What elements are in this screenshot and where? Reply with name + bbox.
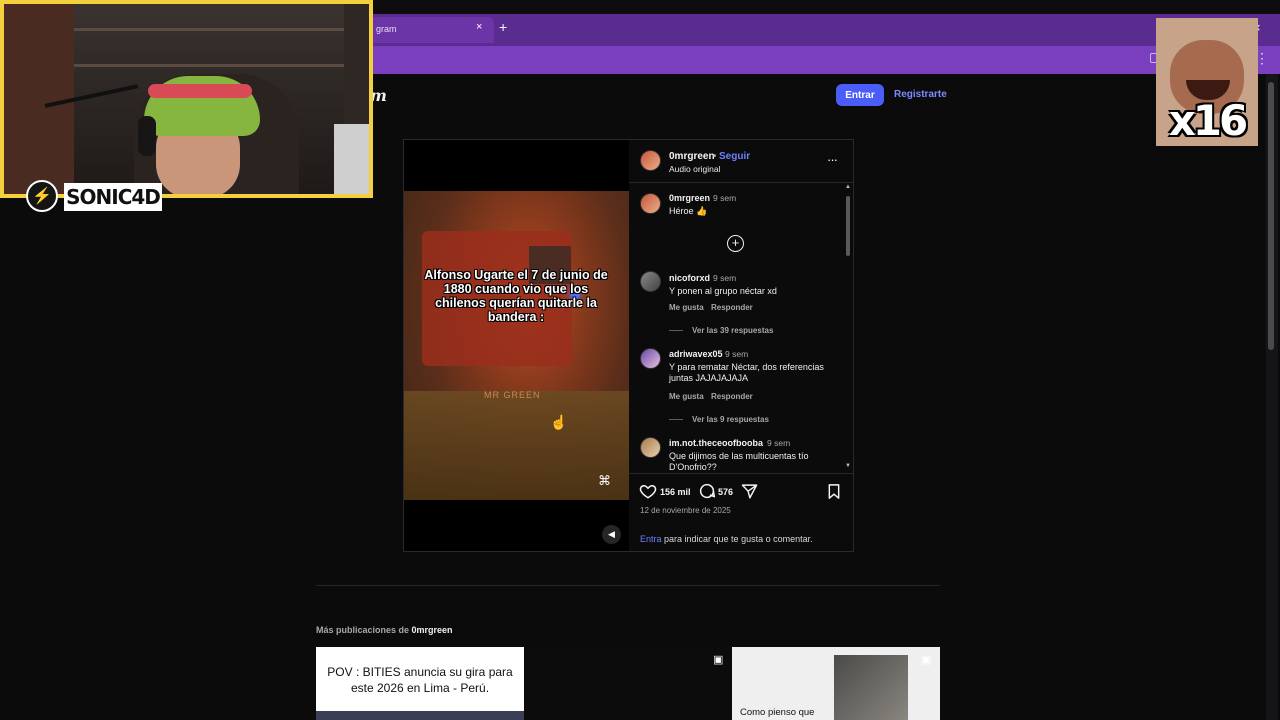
- caption-time: 9 sem: [713, 193, 737, 203]
- video-frame: [404, 191, 629, 500]
- thumbnail-text: POV : BITIES anuncia su gira para este 2…: [327, 665, 513, 695]
- cam-hat-goggles: [148, 84, 252, 98]
- new-tab-icon[interactable]: +: [499, 19, 507, 35]
- comment-reply-button[interactable]: Responder: [711, 303, 753, 312]
- cam-furniture: [334, 124, 369, 194]
- tab-title: gram: [376, 24, 397, 34]
- signup-link[interactable]: Registrarte: [894, 89, 947, 100]
- more-posts-username[interactable]: 0mrgreen: [412, 625, 453, 635]
- post-date: 12 de noviembre de 2025: [640, 506, 731, 515]
- caption-avatar[interactable]: [640, 193, 661, 214]
- post-thumbnail[interactable]: Como pienso que ▣: [732, 647, 940, 720]
- capcut-icon: ⌘: [598, 473, 611, 488]
- comment-time: 9 sem: [767, 438, 791, 448]
- separator-dot: •: [713, 151, 717, 162]
- comment-text: Y ponen al grupo néctar xd: [669, 286, 777, 296]
- cam-shelf-board: [74, 28, 344, 31]
- like-count[interactable]: 156 mil: [660, 487, 691, 497]
- cam-shelf-board: [74, 64, 344, 67]
- comment-avatar[interactable]: [640, 437, 661, 458]
- comment-like-button[interactable]: Me gusta: [669, 303, 704, 312]
- login-prompt: Entra para indicar que te gusta o coment…: [640, 534, 813, 544]
- more-options-icon[interactable]: ···: [827, 152, 838, 167]
- more-posts-prefix: Más publicaciones de: [316, 625, 412, 635]
- post-thumbnail[interactable]: ▣: [524, 647, 732, 720]
- login-prompt-text: para indicar que te gusta o comentar.: [661, 534, 813, 544]
- scroll-down-icon[interactable]: ▼: [845, 463, 851, 469]
- replies-line: [669, 330, 683, 331]
- comments-scrollbar-thumb[interactable]: [846, 196, 850, 256]
- streamer-logo-icon: ⚡: [26, 180, 58, 212]
- scroll-up-icon[interactable]: ▲: [845, 184, 851, 190]
- comment-time: 9 sem: [713, 273, 737, 283]
- section-divider: [316, 585, 940, 586]
- speed-overlay: x16: [1156, 18, 1258, 146]
- address-bar[interactable]: [370, 46, 1280, 74]
- comment-text: Que dijimos de las multicuentas tío D'On…: [669, 451, 809, 472]
- view-replies-button[interactable]: Ver las 39 respuestas: [692, 326, 773, 335]
- caption-username[interactable]: 0mrgreen: [669, 193, 710, 203]
- reel-icon: ▣: [921, 654, 932, 666]
- bookmark-icon[interactable]: [826, 483, 842, 500]
- hand-cursor-icon: ☝: [550, 414, 568, 430]
- thumbnail-photo: [834, 655, 908, 720]
- cam-headset: [138, 116, 156, 156]
- caption-text: Héroe 👍: [669, 206, 708, 216]
- page-scrollbar-thumb[interactable]: [1268, 82, 1274, 350]
- heart-icon[interactable]: [639, 482, 657, 500]
- load-more-comments-icon[interactable]: +: [727, 235, 744, 252]
- audio-toggle-button[interactable]: ◀: [602, 525, 621, 544]
- replies-line: [669, 419, 683, 420]
- comment-reply-button[interactable]: Responder: [711, 392, 753, 401]
- header-divider: [629, 182, 853, 183]
- author-username[interactable]: 0mrgreen: [669, 151, 715, 162]
- audio-link[interactable]: Audio original: [669, 164, 721, 174]
- video-ground: [404, 391, 629, 500]
- login-button[interactable]: Entrar: [836, 84, 884, 106]
- comment-icon[interactable]: [698, 482, 716, 500]
- comment-avatar[interactable]: [640, 348, 661, 369]
- follow-button[interactable]: Seguir: [719, 151, 750, 162]
- share-icon[interactable]: [741, 483, 758, 500]
- video-caption: Alfonso Ugarte el 7 de junio de 1880 cua…: [424, 268, 608, 324]
- tab-close-icon[interactable]: ×: [476, 21, 482, 33]
- streamer-name: SONIC4D: [64, 183, 162, 211]
- comment-username[interactable]: adriwavex05: [669, 349, 723, 359]
- comment-count[interactable]: 576: [718, 487, 733, 497]
- comment-username[interactable]: nicoforxd: [669, 273, 710, 283]
- comment-avatar[interactable]: [640, 271, 661, 292]
- post-thumbnail[interactable]: POV : BITIES anuncia su gira para este 2…: [316, 647, 524, 720]
- comment-username[interactable]: im.not.theceoofbooba: [669, 438, 763, 448]
- more-posts-heading: Más publicaciones de 0mrgreen: [316, 625, 453, 635]
- speed-label: x16: [1168, 96, 1249, 145]
- comment-time: 9 sem: [725, 349, 749, 359]
- webcam-overlay: [0, 0, 373, 198]
- view-replies-button[interactable]: Ver las 9 respuestas: [692, 415, 769, 424]
- comment-text: Y para rematar Néctar, dos referencias j…: [669, 362, 824, 383]
- video-player[interactable]: Alfonso Ugarte el 7 de junio de 1880 cua…: [404, 140, 629, 551]
- reel-icon: ▣: [713, 654, 724, 666]
- speaker-icon: ◀: [608, 529, 615, 539]
- comment-like-button[interactable]: Me gusta: [669, 392, 704, 401]
- author-avatar[interactable]: [640, 150, 661, 171]
- thumbnail-text: Como pienso que: [740, 707, 815, 718]
- login-prompt-link[interactable]: Entra: [640, 534, 662, 544]
- video-watermark: MR GREEN: [484, 390, 541, 400]
- actions-divider: [629, 473, 853, 474]
- thumbnail-image-strip: [316, 711, 524, 720]
